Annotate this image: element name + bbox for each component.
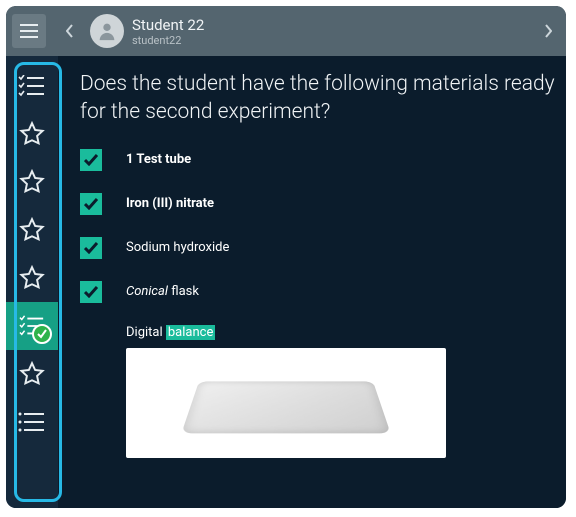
- balance-illustration: [171, 360, 401, 458]
- sidebar-item-star-3[interactable]: [6, 206, 58, 254]
- top-bar: Student 22 student22: [6, 6, 566, 56]
- next-student-button[interactable]: [536, 6, 560, 56]
- star-icon: [19, 169, 45, 195]
- checkbox-1[interactable]: [80, 149, 102, 171]
- chevron-right-icon: [544, 24, 552, 38]
- sidebar-item-star-2[interactable]: [6, 158, 58, 206]
- app-window: Student 22 student22: [6, 6, 566, 508]
- question-text: Does the student have the following mate…: [80, 70, 556, 127]
- sidebar-item-checklist[interactable]: [6, 62, 58, 110]
- list-icon: [18, 411, 46, 433]
- check-badge-icon: [32, 324, 52, 344]
- star-icon: [19, 265, 45, 291]
- sidebar-item-star-4[interactable]: [6, 254, 58, 302]
- material-label-5: Digital balance: [126, 325, 556, 340]
- person-icon: [96, 20, 118, 42]
- chevron-left-icon: [66, 24, 74, 38]
- material-image: [126, 348, 446, 458]
- checkbox-2[interactable]: [80, 193, 102, 215]
- content-area: Does the student have the following mate…: [58, 56, 566, 508]
- checklist-icon: [18, 75, 46, 97]
- material-label-3: Sodium hydroxide: [126, 240, 229, 255]
- material-row-2: Iron (III) nitrate: [80, 193, 556, 215]
- sidebar-item-star-5[interactable]: [6, 350, 58, 398]
- body: Does the student have the following mate…: [6, 56, 566, 508]
- user-id: student22: [132, 34, 536, 47]
- star-icon: [19, 217, 45, 243]
- user-avatar[interactable]: [90, 14, 124, 48]
- hamburger-icon: [20, 24, 38, 38]
- sidebar-item-star-1[interactable]: [6, 110, 58, 158]
- user-info: Student 22 student22: [132, 16, 536, 47]
- sidebar-item-list[interactable]: [6, 398, 58, 446]
- star-icon: [19, 361, 45, 387]
- checkbox-3[interactable]: [80, 237, 102, 259]
- material-row-4: Conical flask: [80, 281, 556, 303]
- material-row-3: Sodium hydroxide: [80, 237, 556, 259]
- user-name: Student 22: [132, 16, 536, 34]
- sidebar: [6, 56, 58, 508]
- hamburger-menu-button[interactable]: [12, 14, 46, 48]
- material-label-4: Conical flask: [126, 284, 199, 299]
- material-row-1: 1 Test tube: [80, 149, 556, 171]
- material-label-2: Iron (III) nitrate: [126, 196, 214, 211]
- checkbox-4[interactable]: [80, 281, 102, 303]
- prev-student-button[interactable]: [58, 6, 82, 56]
- sidebar-item-completed[interactable]: [6, 302, 58, 350]
- material-label-1: 1 Test tube: [126, 152, 191, 167]
- star-icon: [19, 121, 45, 147]
